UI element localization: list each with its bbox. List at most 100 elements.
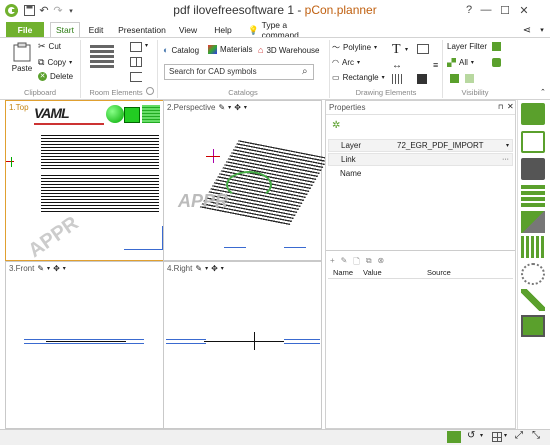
measure-icon[interactable]: ↔ [392,60,402,71]
wall-icon[interactable] [90,45,114,69]
green-cube-icon [124,107,140,123]
storage-box-sidebar-icon[interactable] [521,158,545,180]
text-tool-icon[interactable]: T [392,42,401,58]
edit-tools-sidebar-icon[interactable] [521,289,545,311]
room-tool-icon[interactable] [130,42,142,52]
pencil-icon[interactable]: ✎ [218,103,225,112]
group-label-visibility: Visibility [461,88,489,97]
image-tool-icon[interactable] [417,44,429,54]
minimize-button[interactable]: — [478,2,494,18]
move-icon[interactable]: ✥ [234,103,241,112]
layer-visible-icon[interactable] [450,74,459,83]
property-settings-icon[interactable]: ✲ [332,120,340,131]
viewport-perspective-label[interactable]: 2.Perspective [167,103,215,112]
layout-icon[interactable] [492,432,502,442]
axis-marker [11,157,12,167]
light-sidebar-icon[interactable] [521,263,545,285]
fill-color-icon[interactable] [417,74,427,84]
property-value[interactable]: 72_EGR_PDF_IMPORT [397,141,506,150]
pencil-icon[interactable]: ✎ [37,264,44,273]
text-dropdown-icon[interactable]: ▾ [405,46,408,53]
ribbon-options-icon[interactable]: ▾ [537,22,547,38]
all-layers-dropdown[interactable]: All ▾ [447,58,474,67]
move-icon[interactable]: ✥ [211,264,218,273]
lightbulb-icon: 💡 [248,24,259,35]
viewport-right-header: 4.Right ✎ ▾ ✥ ▾ [167,264,224,273]
hatch-icon[interactable] [392,74,404,84]
share-icon[interactable]: ⋖ [520,22,534,38]
status-cursor-icon[interactable]: ↺ [467,430,475,441]
column-name[interactable]: Name [328,268,363,278]
materials-sidebar-icon[interactable] [521,211,545,233]
property-row[interactable]: Layer 72_EGR_PDF_IMPORT ▾ [328,139,513,152]
arc-button[interactable]: ◠ Arc ▾ [332,58,360,67]
viewport-top[interactable]: 1.Top VAML APPR [5,100,164,262]
collapse-ribbon-icon[interactable]: ⌃ [540,88,546,96]
line-style-icon[interactable]: ≡ [433,60,438,70]
viewport-front-label[interactable]: 3.Front [9,264,34,273]
status-dropdown-icon[interactable]: ▾ [480,432,483,439]
cut-button[interactable]: ✂ Cut [38,41,61,52]
materials-button[interactable]: Materials [208,45,252,54]
paste-label: Paste [11,64,33,73]
viewport-perspective[interactable]: 2.Perspective ✎ ▾ ✥ ▾ APPR [163,100,329,261]
window-element-icon[interactable] [130,57,142,67]
polyline-button[interactable]: 〜 Polyline ▾ [332,42,377,53]
rectangle-button[interactable]: ▭ Rectangle ▾ [332,73,385,82]
splitter[interactable] [326,250,515,251]
tab-start[interactable]: Start [50,22,80,38]
logo-text: VAML [34,105,70,121]
watermark: APPR [178,191,229,211]
layer-toggle-icon[interactable] [492,58,501,67]
chevron-down-icon[interactable]: ▾ [506,142,512,149]
green-spheres-icon [106,105,124,123]
layout-dropdown-icon[interactable]: ▾ [504,432,507,439]
layers-sidebar-icon[interactable] [521,185,545,207]
right-guide-line [166,343,206,344]
image-sidebar-icon[interactable] [521,315,545,337]
search-icon[interactable]: ⌕ [302,66,308,77]
arc-icon: ◠ [332,58,339,67]
more-icon[interactable]: ··· [502,156,512,163]
copy-button[interactable]: ⧉ Copy ▾ [38,57,72,68]
property-row[interactable]: Link ··· [328,153,513,166]
delete-button[interactable]: ✕ Delete [38,72,73,81]
fullscreen-icon[interactable]: ⤢ [515,430,523,441]
door-element-icon[interactable] [130,72,142,82]
close-button[interactable]: ✕ [516,2,532,18]
pin-icon[interactable]: ⊓ [498,103,503,111]
tab-help[interactable]: Help [211,22,235,38]
tab-edit[interactable]: Edit [84,22,108,38]
column-source[interactable]: Source [427,268,513,278]
layer-hidden-icon[interactable] [465,74,474,83]
property-row[interactable]: Name [328,167,513,180]
command-input[interactable]: 💡 Type a command [248,20,326,40]
maximize-viewport-icon[interactable]: ⤡ [532,430,540,441]
paste-button[interactable]: Paste [10,42,34,78]
viewport-right[interactable]: 4.Right ✎ ▾ ✥ ▾ [163,261,322,429]
viewport-top-label[interactable]: 1.Top [9,103,29,112]
viewport-right-label[interactable]: 4.Right [167,264,192,273]
viewport-front[interactable]: 3.Front ✎ ▾ ✥ ▾ [5,261,164,429]
tab-presentation[interactable]: Presentation [114,22,170,38]
catalog-search-sidebar-icon[interactable] [521,131,545,153]
tab-file[interactable]: File [6,22,44,38]
layer-filter-icon[interactable] [492,42,501,51]
cad-search-input[interactable]: Search for CAD symbols [164,64,314,80]
properties-sidebar-icon[interactable] [521,103,545,125]
guide-line [124,249,162,250]
panel-close-icon[interactable]: ✕ [507,102,514,111]
snap-icon[interactable] [447,431,461,443]
statistics-sidebar-icon[interactable] [521,236,545,258]
tab-view[interactable]: View [176,22,200,38]
right-guide-line [284,339,320,340]
column-value[interactable]: Value [363,268,427,278]
room-dropdown-icon[interactable]: ▾ [145,42,148,49]
pencil-icon[interactable]: ✎ [195,264,202,273]
maximize-button[interactable]: ☐ [497,2,513,18]
3d-warehouse-button[interactable]: ⌂ 3D Warehouse [258,45,320,55]
help-icon[interactable]: ? [461,2,477,18]
move-icon[interactable]: ✥ [53,264,60,273]
catalog-button[interactable]: ◐ Catalog [163,45,199,55]
expand-icon[interactable] [146,87,154,95]
